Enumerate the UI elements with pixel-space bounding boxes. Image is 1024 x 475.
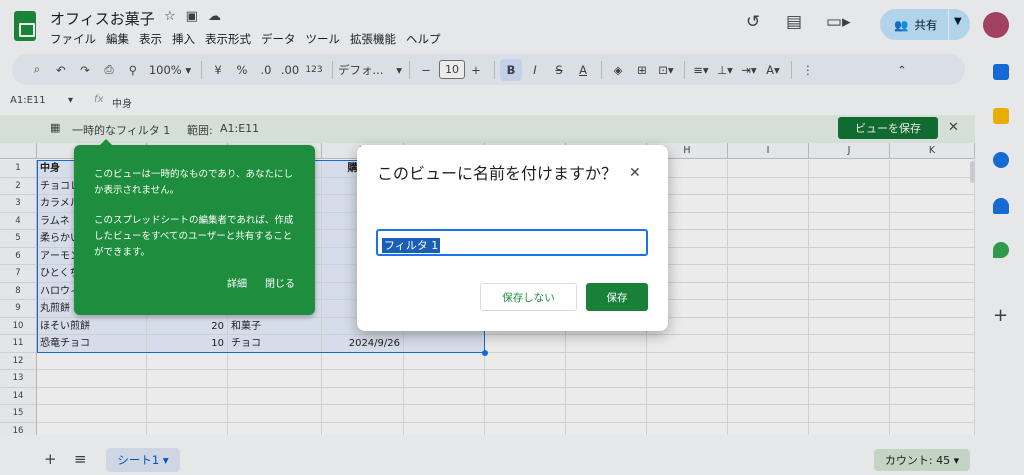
- dont-save-button[interactable]: 保存しない: [480, 283, 577, 311]
- details-link[interactable]: 詳細: [227, 277, 247, 293]
- name-view-dialog: このビューに名前を付けますか？ ✕ フィルタ 1 保存しない 保存: [357, 145, 668, 331]
- close-tooltip-button[interactable]: 閉じる: [265, 277, 295, 293]
- dialog-title: このビューに名前を付けますか？: [377, 164, 618, 183]
- close-icon[interactable]: ✕: [629, 165, 641, 181]
- view-name-value: フィルタ 1: [382, 238, 441, 253]
- save-button[interactable]: 保存: [586, 283, 648, 311]
- view-name-input[interactable]: フィルタ 1: [376, 229, 648, 256]
- tooltip-text-1: このビューは一時的なものであり、あなたにしか表示されません。: [94, 169, 294, 196]
- filter-view-tooltip: このビューは一時的なものであり、あなたにしか表示されません。 このスプレッドシー…: [74, 139, 315, 315]
- tooltip-text-2: このスプレッドシートの編集者であれば、作成したビューをすべてのユーザーと共有する…: [94, 215, 294, 258]
